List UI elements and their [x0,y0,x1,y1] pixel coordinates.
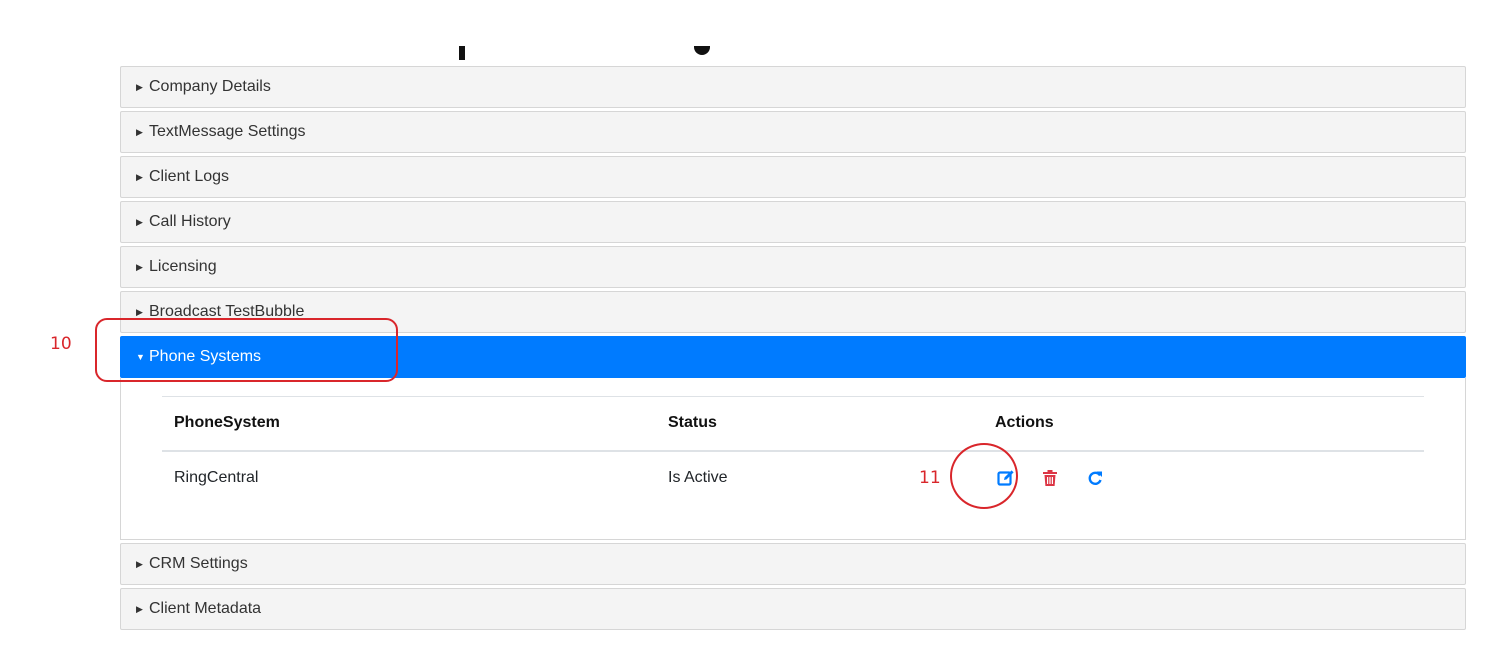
column-header-phonesystem: PhoneSystem [174,414,280,432]
section-phone-systems[interactable]: ▼ Phone Systems [120,336,1466,378]
caret-right-icon: ▶ [136,216,143,227]
cell-actions [983,451,1424,505]
section-label: Company Details [149,78,271,95]
settings-accordion: ▶ Company Details ▶ TextMessage Settings… [120,66,1466,633]
cell-phone-system: RingCentral [174,469,259,486]
section-licensing[interactable]: ▶ Licensing [120,246,1466,288]
section-label: Broadcast TestBubble [149,303,305,320]
section-client-logs[interactable]: ▶ Client Logs [120,156,1466,198]
caret-right-icon: ▶ [136,126,143,137]
section-client-metadata[interactable]: ▶ Client Metadata [120,588,1466,630]
section-label: Phone Systems [149,348,262,365]
page-heading-fragment [440,0,740,64]
caret-right-icon: ▶ [136,171,143,182]
caret-right-icon: ▶ [136,306,143,317]
column-header-actions: Actions [995,414,1054,432]
caret-right-icon: ▶ [136,558,143,569]
caret-right-icon: ▶ [136,603,143,614]
section-call-history[interactable]: ▶ Call History [120,201,1466,243]
annotation-step-11: 11 [919,468,941,488]
section-broadcast-testbubble[interactable]: ▶ Broadcast TestBubble [120,291,1466,333]
refresh-icon[interactable] [1084,467,1106,489]
section-label: TextMessage Settings [149,123,306,140]
caret-down-icon: ▼ [136,352,145,362]
caret-right-icon: ▶ [136,261,143,272]
section-label: Client Metadata [149,600,262,617]
section-label: Licensing [149,258,217,275]
table-row: RingCentral Is Active [162,451,1424,505]
section-label: Call History [149,213,231,230]
phone-systems-table: PhoneSystem Status Actions RingCentral I… [162,396,1424,505]
section-textmessage-settings[interactable]: ▶ TextMessage Settings [120,111,1466,153]
caret-right-icon: ▶ [136,81,143,92]
phone-systems-panel: PhoneSystem Status Actions RingCentral I… [120,378,1466,540]
section-label: Client Logs [149,168,230,185]
edit-icon[interactable] [995,467,1017,489]
column-header-status: Status [668,414,717,432]
annotation-step-10: 10 [50,334,72,354]
section-label: CRM Settings [149,555,248,572]
trash-icon[interactable] [1039,467,1061,489]
section-company-details[interactable]: ▶ Company Details [120,66,1466,108]
section-crm-settings[interactable]: ▶ CRM Settings [120,543,1466,585]
table-header-row: PhoneSystem Status Actions [162,396,1424,451]
